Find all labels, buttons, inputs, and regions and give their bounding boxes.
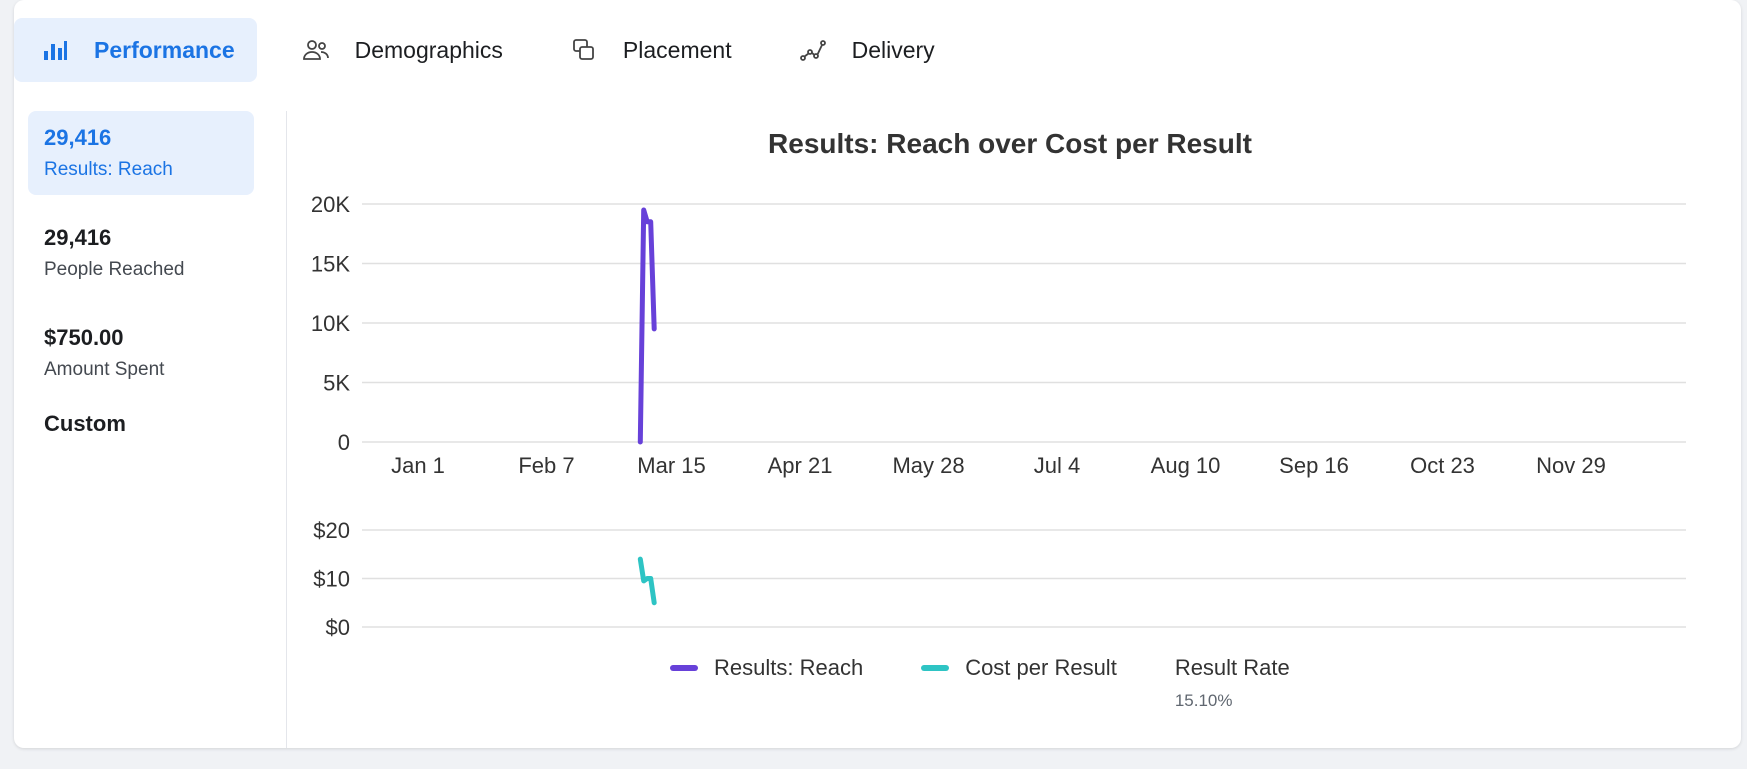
x-tick-label: May 28	[892, 453, 964, 478]
legend-swatch-cost	[921, 665, 950, 671]
x-tick-label: Jan 1	[391, 453, 445, 478]
x-tick-label: Nov 29	[1536, 453, 1606, 478]
y-tick-label-reach: 5K	[323, 371, 350, 396]
legend-label: Cost per Result	[965, 655, 1117, 680]
y-tick-label-reach: 10K	[311, 311, 350, 336]
x-tick-label: Aug 10	[1151, 453, 1221, 478]
series-line-reach	[637, 207, 657, 445]
result-rate: Result Rate 15.10%	[1175, 655, 1290, 711]
x-tick-label: Sep 16	[1279, 453, 1349, 478]
legend-item-cost[interactable]: Cost per Result	[921, 655, 1117, 681]
y-tick-label-cost: $10	[313, 567, 350, 592]
reach-cost-chart: 0 5K 10K 15K 20K Jan 1 Feb 7 Mar 15 Apr 21 May 28…	[311, 192, 1686, 640]
series-line-cost	[637, 556, 657, 606]
y-tick-label-reach: 20K	[311, 192, 350, 217]
x-tick-label: Apr 21	[768, 453, 833, 478]
legend-label: Results: Reach	[714, 655, 864, 680]
result-rate-label: Result Rate	[1174, 655, 1290, 680]
legend-swatch-reach	[670, 665, 698, 671]
y-tick-label-reach: 15K	[311, 252, 350, 277]
y-tick-label-reach: 0	[338, 430, 350, 455]
x-tick-label: Mar 15	[637, 453, 705, 478]
chart-legend: Results: Reach Cost per Result Result Ra…	[670, 655, 1290, 711]
y-tick-label-cost: $0	[326, 615, 350, 640]
x-tick-label: Oct 23	[1410, 453, 1475, 478]
x-tick-label: Jul 4	[1034, 453, 1080, 478]
x-tick-label: Feb 7	[518, 453, 574, 478]
legend-item-reach[interactable]: Results: Reach	[670, 655, 863, 681]
result-rate-value: 15.10%	[1174, 691, 1233, 710]
y-tick-label-cost: $20	[313, 518, 350, 543]
